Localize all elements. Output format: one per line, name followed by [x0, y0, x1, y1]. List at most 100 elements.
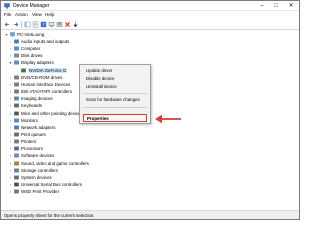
menu-action[interactable]: Action [15, 12, 28, 17]
tree-category-item[interactable]: › Storage controllers [2, 167, 202, 174]
tree-category-item[interactable]: › Sound, video and game controllers [2, 160, 202, 167]
tree-item-label: WSD Print Provider [21, 189, 60, 195]
tree-item-label: IDE ATA/ATAPI controllers [21, 89, 72, 95]
expand-chevron-icon[interactable]: › [8, 89, 13, 94]
toolbar: ? [1, 19, 299, 30]
device-category-icon [14, 182, 19, 187]
tree-category-item[interactable]: › Computer [2, 45, 202, 52]
expand-chevron-icon[interactable]: › [8, 39, 13, 44]
tree-category-item[interactable]: › Printers [2, 138, 202, 145]
tree-item-label: Universal Serial Bus controllers [21, 182, 83, 187]
selected-device-label: NVIDIA GeForce G [28, 67, 68, 73]
expand-chevron-icon[interactable]: › [8, 153, 13, 158]
device-manager-window: Device Manager – □ ✕ File Action View He… [0, 0, 300, 220]
device-category-icon [14, 82, 19, 87]
tree-item-label: Mice and other pointing devices [21, 110, 83, 116]
expand-chevron-icon[interactable]: › [8, 111, 13, 116]
expand-chevron-icon[interactable]: › [8, 189, 13, 194]
tree-item-label: Disk drives [21, 53, 43, 59]
expand-chevron-icon[interactable]: › [8, 132, 13, 137]
properties-toolbar-icon[interactable] [32, 21, 39, 28]
close-button[interactable]: ✕ [284, 1, 298, 11]
collapse-chevron-icon[interactable]: ▾ [4, 32, 9, 37]
tree-item-label: Printers [21, 139, 37, 145]
device-category-icon [14, 104, 19, 108]
menu-scan-hardware[interactable]: Scan for hardware changes [86, 97, 140, 102]
device-category-icon [14, 89, 19, 94]
back-icon[interactable] [4, 21, 11, 28]
device-category-icon [14, 118, 19, 122]
status-bar: Opens property sheet for the current sel… [1, 210, 299, 219]
expand-chevron-icon[interactable]: › [8, 103, 13, 108]
expand-chevron-icon[interactable]: › [8, 118, 13, 123]
scan-hardware-icon[interactable] [48, 21, 55, 28]
menu-file[interactable]: File [4, 12, 11, 17]
tree-category-item[interactable]: › Processors [2, 145, 202, 152]
expand-chevron-icon[interactable]: › [8, 182, 13, 187]
tree-category-item[interactable]: › System devices [2, 174, 202, 181]
display-adapter-icon [21, 68, 26, 72]
expand-chevron-icon[interactable]: › [8, 53, 13, 58]
menu-bar: File Action View Help [1, 11, 299, 19]
uninstall-icon[interactable] [64, 21, 71, 28]
tree-item-label: Monitors [21, 117, 38, 123]
tree-item-label: Software devices [21, 153, 55, 159]
update-driver-icon[interactable] [56, 21, 63, 28]
tree-item-label: Imaging devices [21, 96, 53, 102]
menu-separator [83, 107, 147, 108]
expand-chevron-icon[interactable]: › [8, 75, 13, 80]
device-category-icon [14, 46, 19, 51]
status-text: Opens property sheet for the current sel… [4, 213, 95, 218]
tree-item-label: Print queues [21, 131, 46, 137]
menu-separator [83, 93, 147, 94]
device-category-icon [14, 111, 19, 115]
tree-category-item[interactable]: › WSD Print Provider [2, 188, 202, 195]
expand-chevron-icon[interactable]: › [8, 82, 13, 87]
show-hide-tree-icon[interactable] [24, 21, 31, 28]
device-category-icon [14, 39, 19, 44]
expand-chevron-icon[interactable]: › [8, 139, 13, 144]
tree-category-item[interactable]: › Software devices [2, 152, 202, 159]
tree-item-label: Sound, video and game controllers [21, 160, 89, 166]
tree-item-label: Audio inputs and outputs [21, 39, 70, 44]
expand-chevron-icon[interactable]: › [8, 175, 13, 180]
tree-item-label: Keyboards [21, 103, 42, 109]
menu-properties[interactable]: Properties [83, 114, 147, 122]
menu-uninstall-device[interactable]: Uninstall device [86, 84, 117, 89]
menu-help[interactable]: Help [45, 12, 54, 17]
forward-icon[interactable] [12, 21, 19, 28]
window-title: Device Manager [13, 3, 50, 9]
menu-view[interactable]: View [32, 12, 42, 17]
collapse-chevron-icon[interactable]: ▾ [8, 60, 13, 65]
device-category-icon [14, 132, 19, 137]
tree-item-label: Network adapters [21, 124, 56, 130]
device-manager-icon [4, 3, 10, 9]
device-category-icon [14, 161, 19, 165]
tree-category-item[interactable]: › Audio inputs and outputs [2, 38, 202, 45]
tree-category-item[interactable]: › Disk drives [2, 52, 202, 59]
expand-chevron-icon[interactable]: › [8, 125, 13, 130]
device-category-icon [14, 125, 19, 130]
tree-category-item[interactable]: › Universal Serial Bus controllers [2, 181, 202, 188]
menu-properties-label: Properties [87, 116, 109, 121]
expand-chevron-icon[interactable]: › [8, 168, 13, 173]
minimize-button[interactable]: – [255, 1, 269, 11]
device-category-icon [14, 168, 19, 173]
tree-item-label: Storage controllers [21, 167, 58, 173]
tree-item-label: Display adapters [21, 60, 54, 66]
tree-item-label: Computer [21, 46, 41, 52]
tree-root[interactable]: ▾ PC-VietLuong [2, 31, 202, 38]
title-bar: Device Manager – □ ✕ [1, 1, 299, 11]
context-menu: Update driver Disable device Uninstall d… [79, 64, 151, 124]
device-category-icon [14, 96, 19, 101]
expand-chevron-icon[interactable]: › [8, 96, 13, 101]
menu-disable-device[interactable]: Disable device [86, 76, 115, 81]
menu-update-driver[interactable]: Update driver [86, 68, 112, 73]
tree-category-item[interactable]: › Print queues [2, 131, 202, 138]
expand-chevron-icon[interactable]: › [8, 46, 13, 51]
expand-chevron-icon[interactable]: › [8, 146, 13, 151]
disable-device-icon[interactable] [72, 21, 79, 28]
help-icon[interactable]: ? [40, 21, 47, 28]
maximize-button[interactable]: □ [269, 1, 283, 11]
expand-chevron-icon[interactable]: › [8, 161, 13, 166]
